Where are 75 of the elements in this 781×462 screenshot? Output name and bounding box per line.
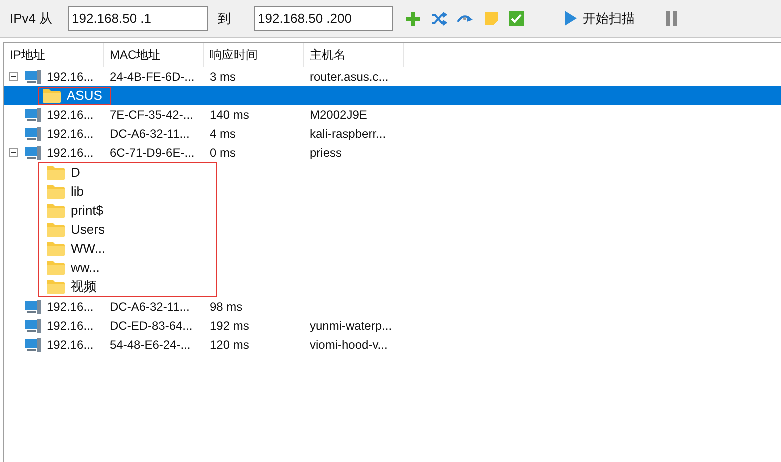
start-ip-field[interactable]: 192.168.50 .1 xyxy=(68,6,208,31)
share-row[interactable]: print$ xyxy=(39,201,216,220)
ip-address: 192.16... xyxy=(47,126,94,142)
computer-icon xyxy=(25,108,41,122)
shuffle-icon[interactable] xyxy=(431,12,447,26)
mac-address: 54-48-E6-24-... xyxy=(110,338,191,352)
mac-address: 24-4B-FE-6D-... xyxy=(110,70,195,84)
folder-icon xyxy=(47,280,65,294)
mac-address: DC-ED-83-64... xyxy=(110,318,193,332)
ip-address: 192.16... xyxy=(47,144,94,162)
column-header[interactable]: 主机名 xyxy=(304,43,404,67)
plus-icon[interactable] xyxy=(405,10,421,26)
mac-address: DC-A6-32-11... xyxy=(110,126,190,140)
column-header[interactable]: 响应时间 xyxy=(204,43,304,67)
response-time: 3 ms xyxy=(210,70,236,84)
ip-address: 192.16... xyxy=(47,68,94,86)
share-name: WW... xyxy=(71,240,106,258)
computer-icon xyxy=(25,338,41,352)
start-scan-button[interactable]: 开始扫描 xyxy=(565,8,635,28)
checkbox-icon[interactable] xyxy=(509,11,524,26)
response-time: 0 ms xyxy=(210,146,236,160)
ip-address: 192.16... xyxy=(47,106,94,124)
computer-icon xyxy=(25,318,41,332)
response-time: 120 ms xyxy=(210,338,250,352)
host-name: priess xyxy=(310,146,342,160)
end-ip-field[interactable]: 192.168.50 .200 xyxy=(254,6,393,31)
folder-icon xyxy=(47,222,65,236)
share-row[interactable]: D xyxy=(39,163,216,182)
share-name: 视频 xyxy=(71,278,97,296)
computer-icon xyxy=(25,126,41,140)
to-label: 到 xyxy=(218,10,232,28)
column-header[interactable]: MAC地址 xyxy=(104,43,204,67)
column-header[interactable]: IP地址 xyxy=(4,43,104,67)
share-name: Users xyxy=(71,220,105,239)
collapse-toggle[interactable] xyxy=(8,72,18,81)
folder-icon xyxy=(43,88,61,102)
redo-icon[interactable] xyxy=(457,12,474,24)
host-name: kali-raspberr... xyxy=(310,126,386,140)
folder-icon xyxy=(47,242,65,256)
folder-icon xyxy=(47,184,65,198)
share-row[interactable]: 视频 xyxy=(39,277,216,296)
share-row[interactable]: ASUS xyxy=(4,86,781,105)
host-name: viomi-hood-v... xyxy=(310,338,388,352)
share-row[interactable]: Users xyxy=(39,220,216,239)
folder-icon xyxy=(47,204,65,218)
play-icon xyxy=(565,11,577,26)
mac-address: 7E-CF-35-42-... xyxy=(110,108,194,122)
host-name: yunmi-waterp... xyxy=(310,318,392,332)
share-name: D xyxy=(71,164,80,182)
mac-address: DC-A6-32-11... xyxy=(110,300,190,314)
pause-icon[interactable] xyxy=(666,11,678,26)
host-name: M2002J9E xyxy=(310,108,368,122)
response-time: 140 ms xyxy=(210,108,250,122)
mac-address: 6C-71-D9-6E-... xyxy=(110,146,195,160)
ip-address: 192.16... xyxy=(47,318,94,334)
host-name: router.asus.c... xyxy=(310,70,389,84)
share-name: ASUS xyxy=(67,86,102,105)
share-row[interactable]: lib xyxy=(39,182,216,201)
computer-icon xyxy=(25,300,41,314)
response-time: 4 ms xyxy=(210,126,236,140)
ip-address: 192.16... xyxy=(47,298,94,316)
from-label: IPv4 从 xyxy=(10,10,54,28)
share-row[interactable]: ww... xyxy=(39,258,216,277)
share-name: ww... xyxy=(71,258,100,277)
computer-icon xyxy=(25,146,41,160)
folder-icon xyxy=(47,260,65,274)
folder-icon xyxy=(47,166,65,180)
share-name: lib xyxy=(71,182,84,201)
share-row[interactable]: WW... xyxy=(39,239,216,258)
response-time: 192 ms xyxy=(210,318,250,332)
collapse-toggle[interactable] xyxy=(8,148,18,157)
computer-icon xyxy=(25,70,41,84)
ip-address: 192.16... xyxy=(47,336,94,354)
share-name: print$ xyxy=(71,202,104,220)
response-time: 98 ms xyxy=(210,300,243,314)
